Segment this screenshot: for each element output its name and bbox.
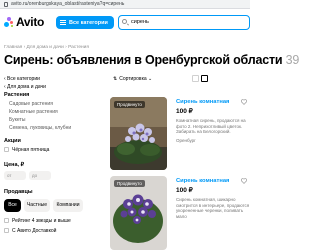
- listing-price: 100 ₽: [176, 187, 193, 194]
- favorite-heart-icon[interactable]: [241, 99, 247, 105]
- menu-icon: [60, 20, 66, 25]
- search-value: сирень: [131, 19, 149, 25]
- seller-companies-button[interactable]: Компании: [53, 199, 83, 212]
- page-title: Сирень: объявления в Оренбургской област…: [4, 53, 299, 67]
- listing-description: Комнатная сирень, продаются на фото 2. Н…: [176, 118, 246, 134]
- logo-text: Avito: [16, 15, 45, 29]
- favorite-heart-icon[interactable]: [241, 178, 247, 184]
- violet-photo: [110, 176, 167, 250]
- site-header: Avito Все категории сирень: [0, 9, 250, 35]
- subcategory-seeds[interactable]: Семена, луковицы, клубни: [9, 125, 71, 131]
- page-title-text: Сирень: объявления в Оренбургской област…: [4, 53, 283, 67]
- listing-title-link[interactable]: Сирень комнатная: [176, 178, 250, 184]
- rating-filter-checkbox[interactable]: Рейтинг 4 звезды и выше: [4, 218, 71, 224]
- current-category: Растения: [4, 92, 30, 98]
- lock-icon: [4, 2, 8, 7]
- sellers-heading: Продавцы: [4, 189, 33, 195]
- sort-dropdown[interactable]: ⇅ Сортировка ⌄: [113, 76, 152, 82]
- sort-icon: ⇅: [113, 76, 118, 82]
- price-from-input[interactable]: от: [4, 171, 26, 180]
- price-heading: Цена, ₽: [4, 162, 25, 168]
- url-text[interactable]: avito.ru/orenburgskaya_oblast/rasteniya?…: [11, 0, 124, 9]
- view-toggle[interactable]: [192, 75, 210, 83]
- seller-private-button[interactable]: Частные: [24, 199, 50, 212]
- chevron-down-icon: ⌄: [148, 76, 153, 82]
- promoted-badge: Продвинуто: [114, 101, 145, 108]
- price-to-input[interactable]: до: [29, 171, 51, 180]
- promotions-heading: Акции: [4, 138, 21, 144]
- browser-address-bar[interactable]: avito.ru/orenburgskaya_oblast/rasteniya?…: [0, 0, 250, 9]
- listing-image[interactable]: Продвинуто: [110, 176, 167, 250]
- seller-all-button[interactable]: Все: [4, 199, 21, 212]
- search-input[interactable]: сирень: [118, 15, 250, 30]
- subcategory-bouquets[interactable]: Букеты: [9, 117, 25, 123]
- grid-view-icon[interactable]: [192, 75, 199, 82]
- parent-category-link[interactable]: ‹ Для дома и дачи: [4, 84, 46, 90]
- listing-description: Сирень комнатная, шикарно смотрится в ин…: [176, 197, 250, 219]
- breadcrumb[interactable]: Главная › Для дома и дачи › Растения: [4, 45, 89, 50]
- rating-filter-label: Рейтинг 4 звезды и выше: [12, 218, 71, 224]
- delivery-filter-checkbox[interactable]: С Авито Доставкой: [4, 228, 56, 234]
- all-categories-button[interactable]: Все категории: [56, 16, 114, 29]
- sort-label: Сортировка: [119, 76, 147, 82]
- black-friday-checkbox[interactable]: Чёрная пятница: [4, 147, 49, 153]
- listing-image[interactable]: Продвинуто: [110, 97, 167, 170]
- checkbox-icon: [4, 147, 9, 152]
- listing-price: 100 ₽: [176, 108, 193, 115]
- listing-info: Сирень комнатная 100 ₽ Комнатная сирень,…: [176, 99, 250, 143]
- all-categories-label: Все категории: [69, 19, 108, 26]
- checkbox-icon: [4, 228, 9, 233]
- list-view-icon[interactable]: [201, 75, 208, 82]
- listing-title-link[interactable]: Сирень комнатная: [176, 99, 250, 105]
- logo-dots-icon: [4, 17, 14, 27]
- listing-city: Оренбург: [176, 137, 196, 143]
- subcategory-garden[interactable]: Садовые растения: [9, 101, 53, 107]
- subcategory-indoor[interactable]: Комнатные растения: [9, 109, 58, 115]
- checkbox-icon: [4, 218, 9, 223]
- promoted-badge: Продвинуто: [114, 180, 145, 187]
- avito-logo[interactable]: Avito: [4, 15, 44, 29]
- listing-info: Сирень комнатная 100 ₽ Сирень комнатная,…: [176, 178, 250, 219]
- all-categories-link[interactable]: ‹ Все категории: [4, 76, 40, 82]
- black-friday-label: Чёрная пятница: [12, 147, 50, 153]
- search-icon: [122, 19, 127, 24]
- delivery-filter-label: С Авито Доставкой: [12, 228, 57, 234]
- results-count: 39: [285, 53, 300, 67]
